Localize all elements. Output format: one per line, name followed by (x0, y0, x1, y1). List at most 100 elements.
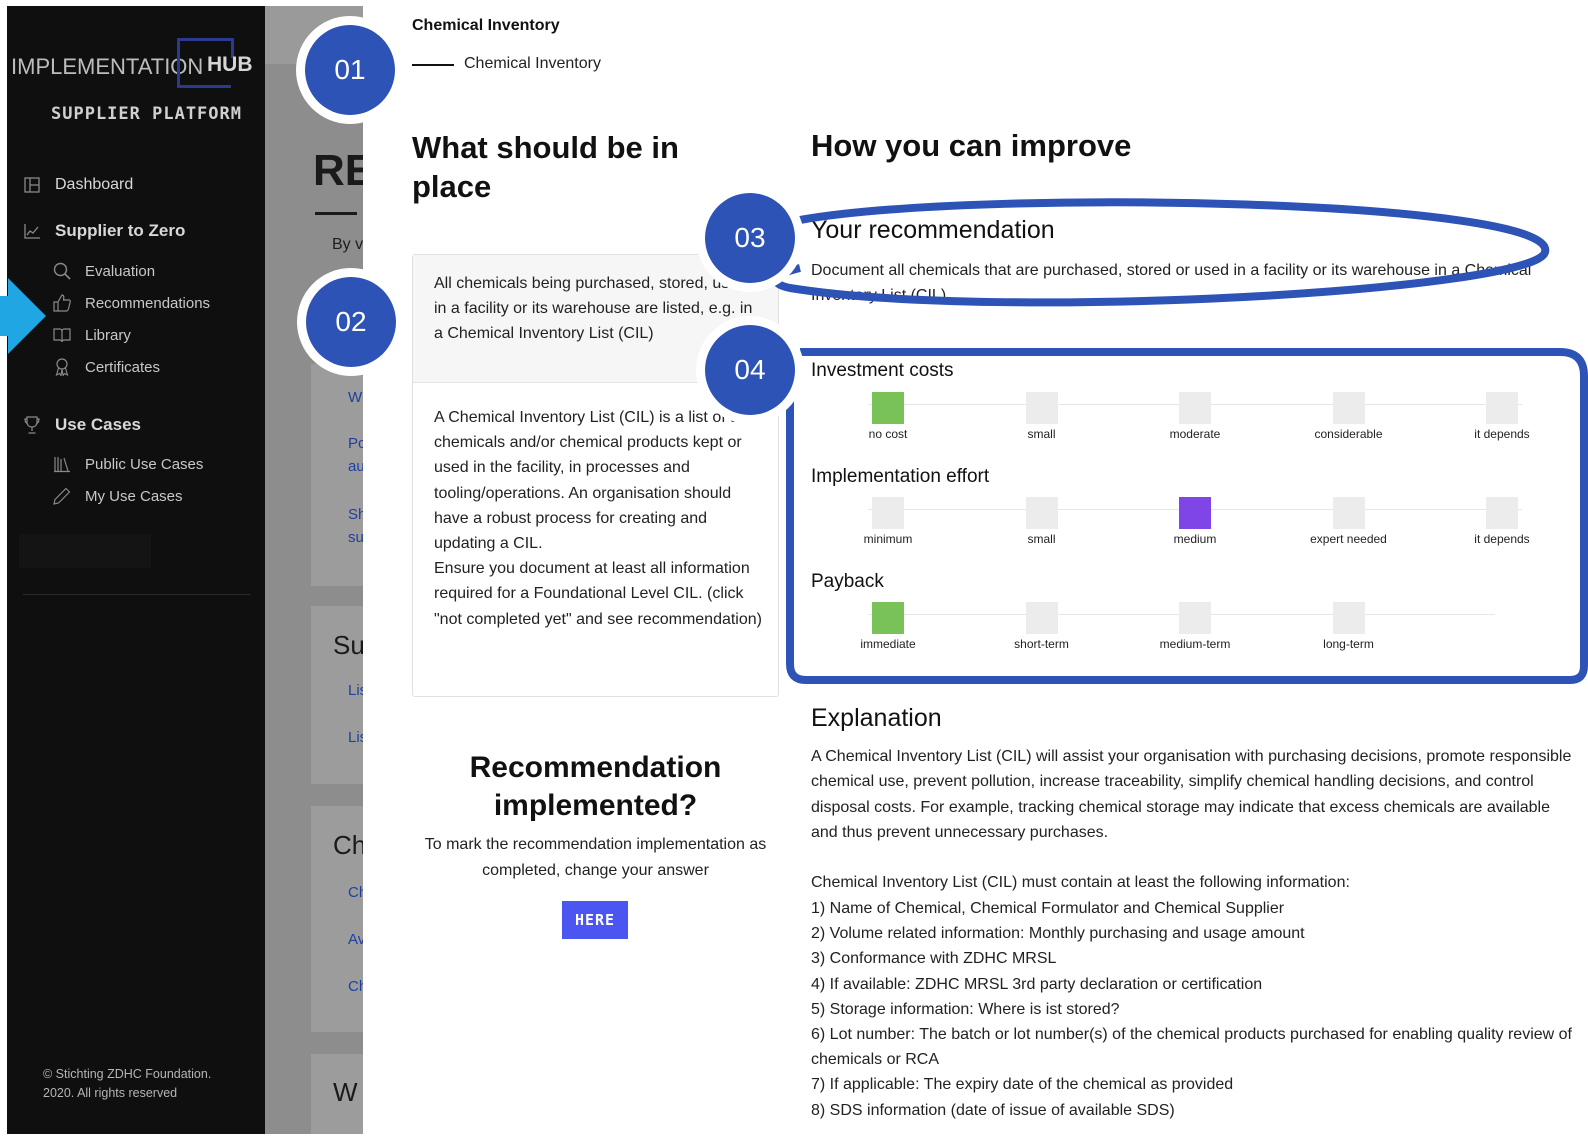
list-item: 4) If available: ZDHC MRSL 3rd party dec… (811, 975, 1263, 993)
scale-option-label: it depends (1474, 532, 1530, 546)
scale-option: immediate (808, 602, 968, 651)
requirement-long-text: A Chemical Inventory List (CIL) is a lis… (434, 409, 762, 628)
recommendation-panel: Chemical Inventory Chemical Inventory Wh… (363, 0, 1588, 1146)
nav-use-cases[interactable]: Use Cases (23, 415, 141, 435)
nav-public-use-cases[interactable]: Public Use Cases (53, 455, 203, 473)
nav-dashboard-label: Dashboard (55, 176, 134, 193)
option-marker (1025, 392, 1058, 424)
logo-text-left: IMPLEMENTATION (11, 54, 204, 79)
book-icon (53, 326, 71, 344)
nav-library[interactable]: Library (53, 326, 131, 344)
list-item: 5) Storage information: Where is ist sto… (811, 1000, 1120, 1018)
scale-option: considerable (1269, 392, 1429, 441)
scale-option-label: minimum (863, 532, 913, 546)
scale-option: medium-term (1115, 602, 1275, 651)
explanation-text: A Chemical Inventory List (CIL) will ass… (811, 748, 1572, 841)
implementation-effort-scale: minimum small medium expert needed it depend… (808, 497, 1578, 557)
requirements-list: 1) Name of Chemical, Chemical Formulator… (811, 896, 1581, 1123)
improve-heading: How you can improve (811, 128, 1132, 163)
annotation-badge-label: 03 (705, 193, 795, 283)
scale-option: medium (1115, 497, 1275, 546)
nav-evaluation[interactable]: Evaluation (53, 262, 155, 280)
pointer-arrow-icon (0, 278, 46, 354)
annotation-badge-02: 02 (297, 268, 405, 376)
implemented-text: To mark the recommendation implementatio… (424, 836, 767, 879)
payback-scale: immediate short-term medium-term long-term (808, 602, 1578, 662)
background-heading: Su (333, 630, 365, 660)
scale-option: short-term (962, 602, 1122, 651)
nav-certificates[interactable]: Certificates (53, 358, 160, 376)
background-link: su (348, 529, 364, 546)
option-marker (1332, 602, 1365, 634)
scale-option-label: considerable (1314, 427, 1383, 441)
investment-costs-title: Investment costs (811, 360, 954, 381)
scale-option-label: moderate (1169, 427, 1221, 441)
nav-use-cases-label: Use Cases (55, 415, 142, 434)
background-heading: Ch (333, 830, 365, 860)
breadcrumb-subtitle[interactable]: Chemical Inventory (464, 55, 601, 73)
thumbs-up-icon (53, 294, 71, 312)
platform-title: SUPPLIER PLATFORM (51, 104, 242, 124)
implementation-hub-logo[interactable]: IMPLEMENTATION HUB (11, 38, 261, 94)
nav-supplier-to-zero-label: Supplier to Zero (55, 221, 186, 240)
selected-marker (872, 392, 904, 424)
background-heading: W (333, 1077, 358, 1107)
list-item: 3) Conformance with ZDHC MRSL (811, 950, 1057, 968)
scale-option: long-term (1269, 602, 1429, 651)
nav-recommendations[interactable]: Recommendations (53, 294, 210, 312)
option-marker (1179, 602, 1211, 634)
scale-option: moderate (1115, 392, 1275, 441)
nav-my-use-cases-label: My Use Cases (85, 487, 183, 505)
nav-library-label: Library (85, 326, 131, 344)
list-intro: Chemical Inventory List (CIL) must conta… (811, 874, 1350, 891)
selected-marker (1179, 497, 1211, 529)
copyright-text: © Stichting ZDHC Foundation. 2020. All r… (43, 1067, 212, 1100)
background-subtitle: By v (332, 236, 364, 253)
scale-option-label: no cost (868, 427, 908, 441)
selected-marker (872, 602, 904, 634)
annotation-badge-04: 04 (696, 316, 804, 424)
option-marker (872, 497, 904, 529)
nav-certificates-label: Certificates (85, 358, 161, 376)
magnifier-icon (53, 262, 71, 280)
list-item: 7) If applicable: The expiry date of the… (811, 1076, 1234, 1094)
logo-text-right: HUB (207, 53, 253, 76)
nav-dashboard[interactable]: Dashboard (23, 176, 133, 194)
scale-option: small (962, 497, 1122, 546)
investment-costs-scale: no cost small moderate considerable it depen… (808, 392, 1578, 452)
recommendation-text: Document all chemicals that are purchase… (811, 262, 1532, 304)
implemented-heading: Recommendation implemented? (469, 751, 722, 822)
scale-option-label: expert needed (1310, 532, 1387, 546)
nav-supplier-to-zero[interactable]: Supplier to Zero (23, 221, 185, 241)
background-title: RE (313, 146, 365, 195)
annotation-badge-01: 01 (296, 16, 404, 124)
grid-icon (23, 176, 41, 194)
scale-option: it depends (1422, 497, 1582, 546)
annotation-badge-label: 04 (705, 325, 795, 415)
option-marker (1486, 497, 1518, 529)
here-button[interactable]: HERE (562, 901, 628, 939)
scale-option-label: it depends (1474, 427, 1530, 441)
payback-title: Payback (811, 571, 884, 592)
nav-recommendations-label: Recommendations (85, 294, 211, 312)
option-marker (1332, 392, 1365, 424)
scale-option-label: immediate (860, 637, 916, 651)
breadcrumb-title: Chemical Inventory (412, 17, 560, 34)
sidebar: IMPLEMENTATION HUB SUPPLIER PLATFORM Das… (7, 6, 265, 1134)
requirement-card: All chemicals being purchased, stored, u… (412, 254, 779, 697)
annotation-badge-03: 03 (696, 184, 804, 292)
list-item: 2) Volume related information: Monthly p… (811, 925, 1305, 943)
nav-my-use-cases[interactable]: My Use Cases (53, 487, 183, 505)
scale-option-label: medium-term (1159, 637, 1231, 651)
list-item: 8) SDS information (date of issue of ava… (811, 1101, 1175, 1119)
recommendation-title: Your recommendation (811, 216, 1055, 244)
breadcrumb-line (412, 64, 454, 66)
list-item: 1) Name of Chemical, Chemical Formulator… (811, 900, 1285, 917)
award-icon (53, 358, 71, 376)
scale-option: minimum (808, 497, 968, 546)
scale-option: no cost (808, 392, 968, 441)
annotation-badge-label: 01 (305, 25, 395, 115)
chart-icon (23, 222, 41, 240)
nav-public-use-cases-label: Public Use Cases (85, 455, 204, 473)
scale-option-label: long-term (1323, 637, 1374, 651)
